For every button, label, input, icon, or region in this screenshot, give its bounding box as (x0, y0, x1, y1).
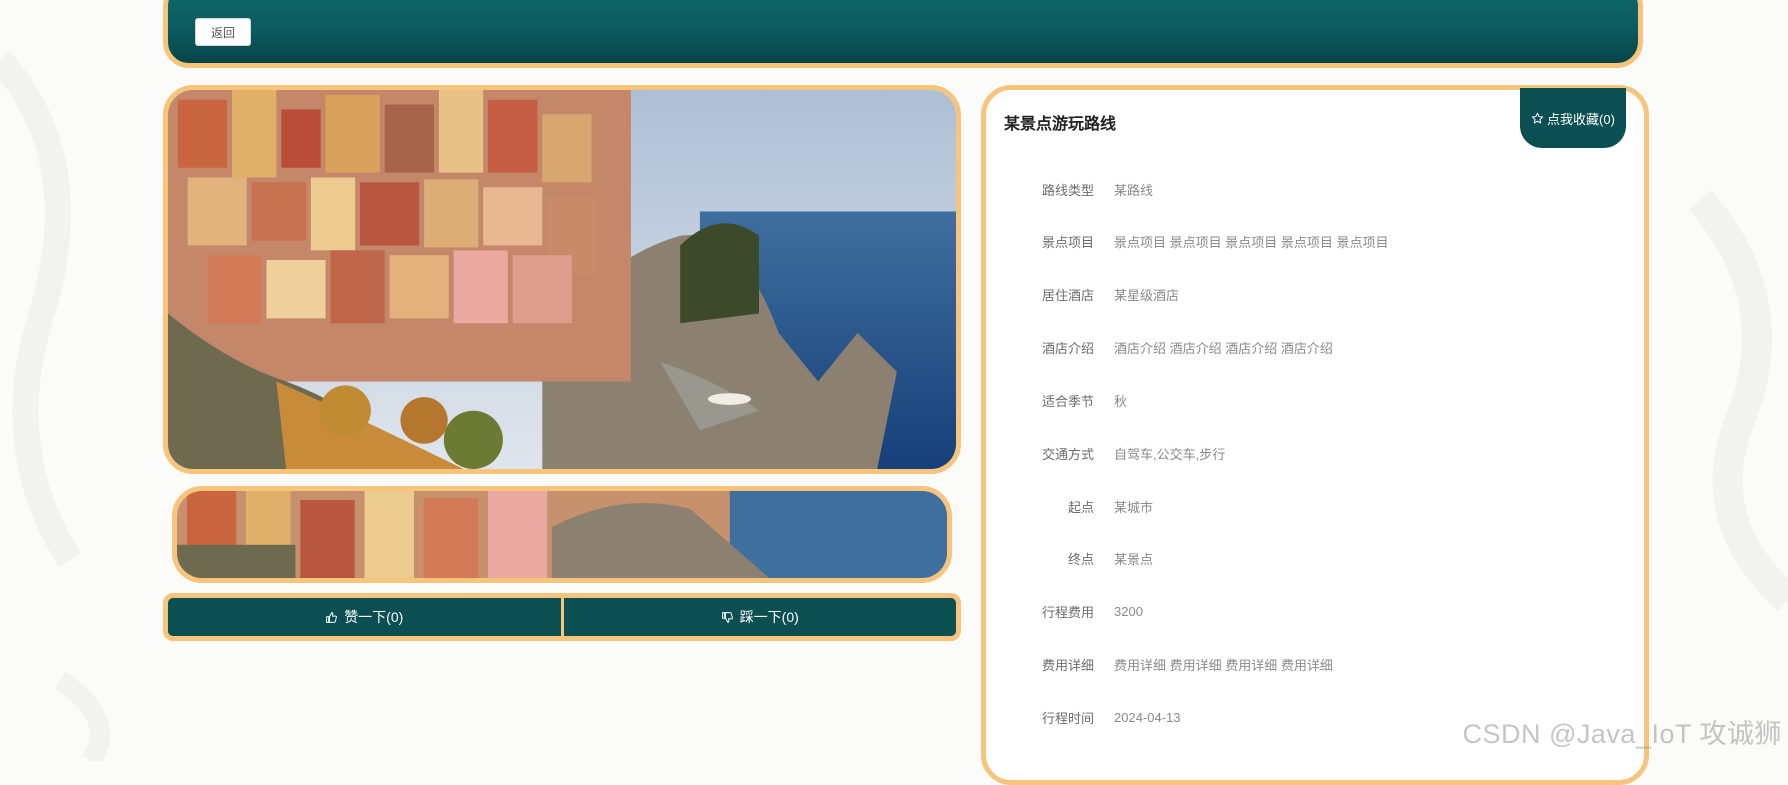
scenic-photo-image (168, 90, 956, 469)
detail-label: 终点 (1067, 551, 1094, 567)
detail-label: 起点 (1067, 499, 1094, 515)
detail-row-cost-detail: 费用详细 费用详细 费用详细 费用详细 费用详细 (1004, 654, 1333, 674)
detail-label: 适合季节 (1041, 393, 1094, 409)
detail-row-transport: 交通方式 自驾车,公交车,步行 (1004, 443, 1225, 463)
detail-row-end: 终点 某景点 (1004, 548, 1153, 568)
detail-label: 景点项目 (1041, 234, 1094, 250)
detail-value: 酒店介绍 酒店介绍 酒店介绍 酒店介绍 (1114, 340, 1333, 356)
back-button[interactable]: 返回 (195, 18, 251, 46)
route-title: 某景点游玩路线 (1004, 116, 1117, 133)
detail-label: 行程时间 (1041, 710, 1094, 726)
detail-value: 秋 (1114, 393, 1128, 409)
thumbnail-strip[interactable] (172, 486, 952, 583)
main-photo[interactable] (163, 85, 961, 474)
like-button[interactable]: 赞一下(0) (168, 598, 561, 636)
detail-row-attractions: 景点项目 景点项目 景点项目 景点项目 景点项目 景点项目 (1004, 231, 1388, 251)
thumbs-up-icon (326, 611, 338, 623)
star-outline-icon (1531, 112, 1544, 124)
detail-row-route-type: 路线类型 某路线 (1004, 179, 1153, 199)
dislike-button[interactable]: 踩一下(0) (563, 598, 956, 636)
vote-bar: 赞一下(0) 踩一下(0) (163, 593, 961, 641)
favorite-button[interactable]: 点我收藏(0) (1520, 88, 1626, 148)
detail-label: 行程费用 (1041, 604, 1094, 620)
thumbs-down-icon (721, 611, 733, 623)
like-label: 赞一下(0) (344, 609, 404, 625)
detail-row-start: 起点 某城市 (1004, 496, 1153, 516)
thumbnail-image (177, 491, 947, 578)
detail-label: 酒店介绍 (1041, 340, 1094, 356)
detail-value: 费用详细 费用详细 费用详细 费用详细 (1114, 657, 1333, 673)
detail-label: 费用详细 (1041, 657, 1094, 673)
detail-row-hotel-intro: 酒店介绍 酒店介绍 酒店介绍 酒店介绍 酒店介绍 (1004, 337, 1333, 357)
detail-label: 路线类型 (1041, 182, 1094, 198)
detail-value: 景点项目 景点项目 景点项目 景点项目 景点项目 (1114, 234, 1389, 250)
top-header-bar (163, 0, 1643, 68)
favorite-label: 点我收藏(0) (1547, 111, 1615, 127)
dislike-label: 踩一下(0) (739, 609, 799, 625)
detail-value: 3200 (1114, 603, 1143, 619)
detail-row-date: 行程时间 2024-04-13 (1004, 707, 1181, 727)
detail-label: 交通方式 (1041, 446, 1094, 462)
detail-label: 居住酒店 (1041, 287, 1094, 303)
detail-value: 某路线 (1114, 182, 1154, 198)
watermark-text: CSDN @Java_IoT 攻诚狮 (1462, 719, 1782, 749)
detail-value: 某星级酒店 (1114, 287, 1180, 303)
detail-value: 2024-04-13 (1114, 709, 1181, 725)
detail-row-hotel: 居住酒店 某星级酒店 (1004, 284, 1179, 304)
detail-value: 某景点 (1114, 551, 1154, 567)
detail-value: 自驾车,公交车,步行 (1114, 446, 1226, 462)
detail-value: 某城市 (1114, 499, 1154, 515)
detail-row-cost: 行程费用 3200 (1004, 601, 1143, 621)
detail-row-season: 适合季节 秋 (1004, 390, 1127, 410)
